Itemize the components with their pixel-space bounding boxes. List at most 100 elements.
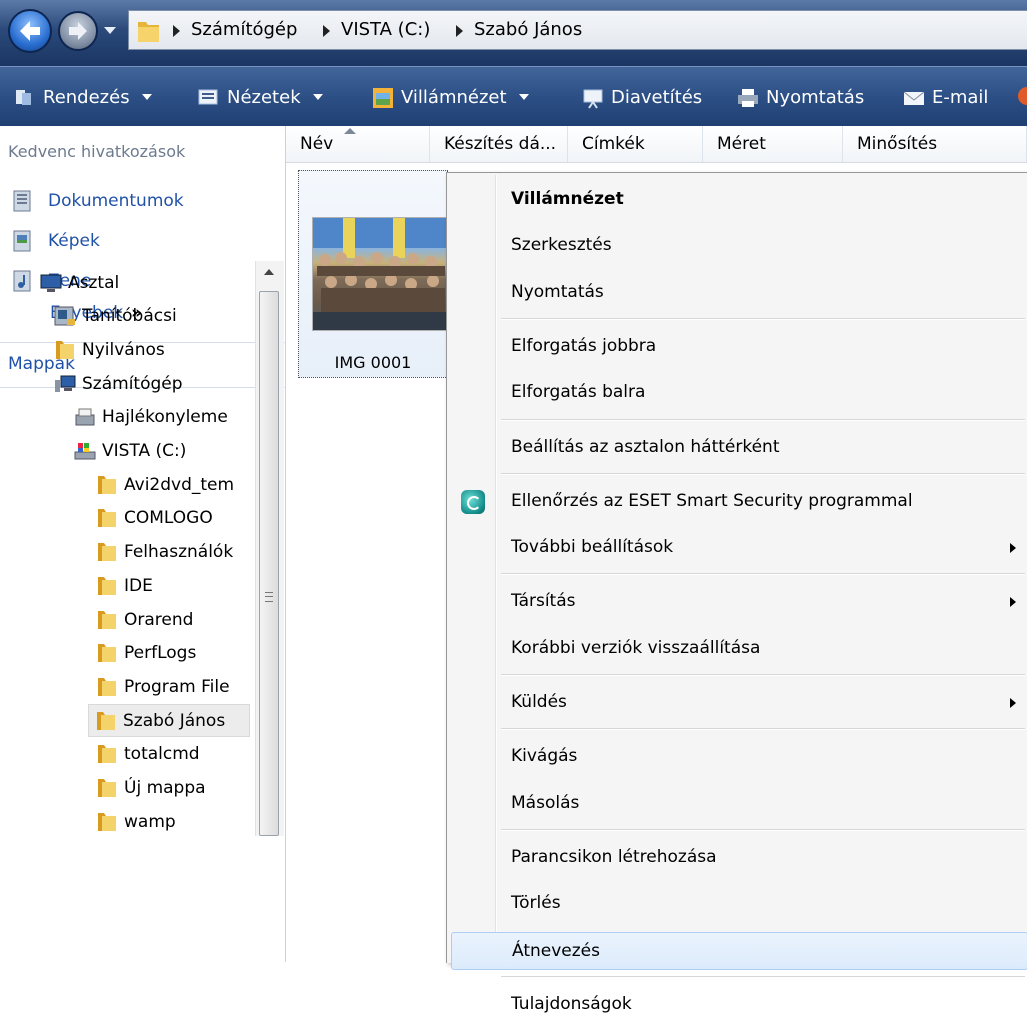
drive-icon <box>74 441 96 461</box>
menu-separator <box>501 472 1025 475</box>
forward-arrow-icon <box>69 22 87 40</box>
address-field[interactable]: Számítógép VISTA (C:) Szabó János <box>128 10 1027 50</box>
tree-node[interactable]: Hajlékonyleme <box>74 401 228 434</box>
favorite-links-header: Kedvenc hivatkozások <box>8 142 186 161</box>
menu-item-label: Küldés <box>511 692 567 712</box>
menu-item-label: Átnevezés <box>512 940 600 961</box>
scroll-up-icon[interactable] <box>264 269 274 275</box>
tree-node[interactable]: IDE <box>96 569 153 602</box>
favorite-link-documents[interactable]: Dokumentumok <box>12 186 184 216</box>
menu-item[interactable]: Parancsikon létrehozása <box>451 839 1027 877</box>
menu-item[interactable]: Küldés <box>451 684 1027 722</box>
organize-label: Rendezés <box>43 86 130 108</box>
menu-item-label: Tulajdonságok <box>511 993 632 1014</box>
tree-node-label: totalcmd <box>124 744 200 765</box>
tree-node[interactable]: PerfLogs <box>96 637 196 670</box>
menu-item[interactable]: Szerkesztés <box>451 227 1027 265</box>
tree-node[interactable]: Számítógép <box>54 367 183 400</box>
views-button[interactable]: Nézetek <box>198 67 323 127</box>
menu-item[interactable]: További beállítások <box>451 529 1027 567</box>
folder-icon <box>96 610 118 630</box>
address-bar: Számítógép VISTA (C:) Szabó János <box>0 0 1027 66</box>
tree-node[interactable]: VISTA (C:) <box>74 435 186 468</box>
scrollbar-thumb[interactable] <box>259 291 279 836</box>
print-button[interactable]: Nyomtatás <box>737 67 864 127</box>
menu-item[interactable]: Elforgatás jobbra <box>451 328 1027 366</box>
menu-item[interactable]: Átnevezés <box>451 931 1027 970</box>
slideshow-icon <box>582 87 603 109</box>
tree-node[interactable]: Orarend <box>96 603 193 636</box>
menu-item[interactable]: Tulajdonságok <box>451 986 1027 1024</box>
menu-item[interactable]: Beállítás az asztalon háttérként <box>451 429 1027 467</box>
tree-node-label: Hajlékonyleme <box>102 407 228 428</box>
tree-node[interactable]: Tanítóbácsi <box>54 300 177 333</box>
folder-icon <box>95 711 117 731</box>
computer-icon <box>54 374 76 394</box>
menu-item[interactable]: Ellenőrzés az ESET Smart Security progra… <box>451 483 1027 521</box>
preview-label: Villámnézet <box>401 86 507 108</box>
menu-item[interactable]: Nyomtatás <box>451 274 1027 312</box>
menu-separator <box>501 573 1025 576</box>
group-photo-image <box>313 218 449 330</box>
breadcrumb-separator-icon[interactable] <box>456 25 463 37</box>
tree-node[interactable]: Nyilvános <box>54 333 165 366</box>
submenu-arrow-icon <box>1010 698 1016 708</box>
slideshow-label: Diavetítés <box>611 86 703 108</box>
email-button[interactable]: E-mail <box>903 67 988 127</box>
back-button[interactable] <box>8 9 52 53</box>
breadcrumb-folder[interactable]: Szabó János <box>474 19 582 40</box>
forward-button[interactable] <box>58 11 98 51</box>
menu-item[interactable]: Társítás <box>451 583 1027 621</box>
tree-scrollbar[interactable] <box>255 261 284 836</box>
column-rating[interactable]: Minősítés <box>843 126 1027 162</box>
column-tags[interactable]: Címkék <box>568 126 703 162</box>
menu-item[interactable]: Kivágás <box>451 738 1027 776</box>
folder-icon <box>96 576 118 596</box>
menu-item[interactable]: Villámnézet <box>451 181 1027 219</box>
favorite-link-pictures[interactable]: Képek <box>12 226 100 256</box>
menu-item-label: Parancsikon létrehozása <box>511 846 717 867</box>
menu-item[interactable]: Másolás <box>451 785 1027 823</box>
burn-icon[interactable] <box>1018 87 1027 105</box>
tree-node-label: Asztal <box>68 272 120 293</box>
file-item[interactable]: IMG 0001 <box>298 170 450 378</box>
breadcrumb-drive[interactable]: VISTA (C:) <box>341 19 430 40</box>
tree-node[interactable]: COMLOGO <box>96 502 213 535</box>
views-icon <box>198 87 218 107</box>
menu-item[interactable]: Korábbi verziók visszaállítása <box>451 630 1027 668</box>
column-size[interactable]: Méret <box>703 126 843 162</box>
organize-button[interactable]: Rendezés <box>14 67 152 127</box>
tree-node[interactable]: Új mappa <box>96 772 206 805</box>
menu-separator <box>501 418 1025 421</box>
envelope-icon <box>903 87 925 107</box>
eset-icon <box>461 489 485 514</box>
column-name[interactable]: Név <box>286 126 430 162</box>
breadcrumb-computer[interactable]: Számítógép <box>191 19 297 40</box>
folder-icon <box>96 542 118 562</box>
tree-node[interactable]: Avi2dvd_tem <box>96 468 234 501</box>
tree-node-label: Nyilvános <box>82 339 165 360</box>
folder-icon <box>54 340 76 360</box>
tree-node-label: Számítógép <box>82 373 183 394</box>
breadcrumb-separator-icon[interactable] <box>323 25 330 37</box>
tree-node[interactable]: Program File <box>96 670 230 703</box>
recent-pages-dropdown-icon[interactable] <box>104 27 116 34</box>
tree-node[interactable]: Felhasználók <box>96 536 233 569</box>
tree-node[interactable]: wamp <box>96 805 176 836</box>
column-date-taken[interactable]: Készítés dá... <box>430 126 568 162</box>
preview-button[interactable]: Villámnézet <box>372 67 529 127</box>
tree-node-label: Avi2dvd_tem <box>124 474 235 495</box>
folder-tree: Asztal Tanítóbácsi Nyilvános Számítógép Hajl… <box>0 261 255 836</box>
tree-node[interactable]: Asztal <box>40 266 119 299</box>
slideshow-button[interactable]: Diavetítés <box>582 67 702 127</box>
tree-node[interactable]: Szabó János <box>88 704 250 738</box>
menu-item[interactable]: Elforgatás balra <box>451 374 1027 412</box>
context-menu: Villámnézet Szerkesztés Nyomtatás Elforgatá… <box>446 172 1027 1014</box>
menu-item-label: Másolás <box>511 792 580 813</box>
menu-item-label: Nyomtatás <box>511 281 604 302</box>
tree-node-label: wamp <box>124 811 176 832</box>
tree-node[interactable]: totalcmd <box>96 738 200 771</box>
breadcrumb-separator-icon[interactable] <box>173 25 180 37</box>
menu-item[interactable]: Törlés <box>451 885 1027 923</box>
menu-item-label: Villámnézet <box>511 189 624 209</box>
